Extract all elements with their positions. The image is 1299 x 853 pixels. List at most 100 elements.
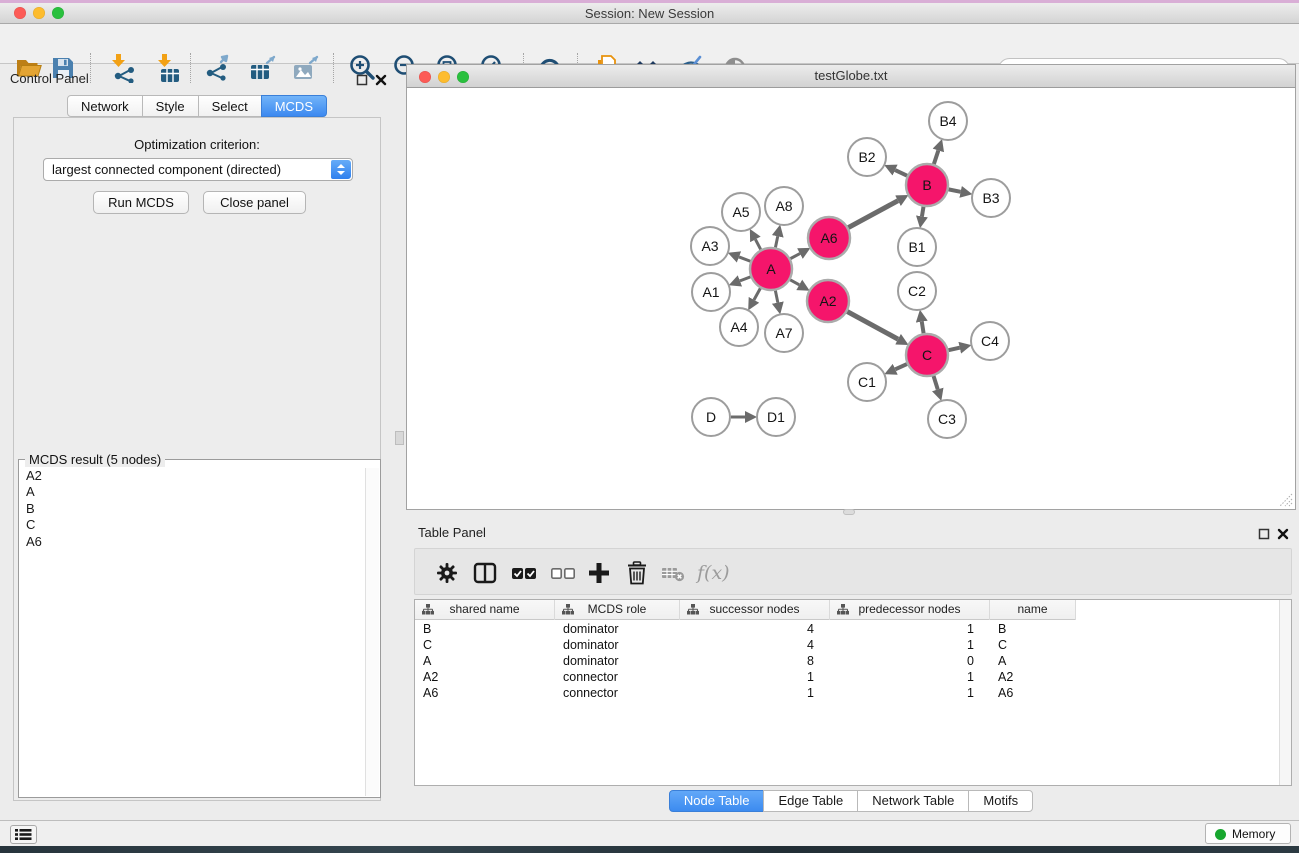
import-table-icon[interactable]	[152, 53, 182, 83]
export-image-icon[interactable]	[291, 53, 321, 83]
tab-select[interactable]: Select	[198, 95, 262, 117]
function-builder-icon[interactable]: f(x)	[697, 559, 741, 587]
import-network-icon[interactable]	[106, 53, 136, 83]
toolbar-separator	[90, 53, 91, 83]
memory-button[interactable]: Memory	[1205, 823, 1291, 844]
table-cell: 4	[680, 637, 830, 653]
column-type-icon	[422, 604, 434, 616]
tab-network[interactable]: Network	[67, 95, 143, 117]
column-header-shared-name[interactable]: shared name	[415, 600, 555, 620]
table-cell: C	[415, 637, 555, 653]
table-cell: A	[415, 653, 555, 669]
graph-edge-C-C3[interactable]	[934, 376, 938, 389]
deselect-all-columns-icon[interactable]	[549, 559, 577, 587]
table-panel-toolbar: f(x)	[414, 548, 1292, 595]
graph-edge-A-A3[interactable]	[739, 257, 750, 261]
panel-splitter-handle[interactable]	[395, 431, 404, 445]
control-panel-tabs: NetworkStyleSelectMCDS	[0, 95, 394, 117]
column-header-name[interactable]: name	[990, 600, 1076, 620]
tab-motifs[interactable]: Motifs	[968, 790, 1033, 812]
graph-node-label: B2	[858, 149, 875, 165]
network-minimize-button[interactable]	[438, 71, 450, 83]
select-all-columns-icon[interactable]	[510, 559, 538, 587]
mcds-result-item[interactable]: A2	[20, 468, 366, 484]
graph-edge-A-A4[interactable]	[754, 288, 760, 300]
table-row[interactable]: Bdominator41B	[415, 621, 1095, 637]
column-header-successor-nodes[interactable]: successor nodes	[680, 600, 830, 620]
minimize-window-button[interactable]	[33, 7, 45, 19]
delete-column-icon[interactable]	[623, 559, 651, 587]
tab-style[interactable]: Style	[142, 95, 199, 117]
graph-edge-B-B1[interactable]	[922, 207, 924, 217]
create-column-icon[interactable]	[585, 559, 613, 587]
network-view-canvas[interactable]: B4B2BB3A8A5A6A3B1AC2A1A2A4A7C4CC1C3DD1	[406, 88, 1296, 510]
close-table-panel-icon[interactable]	[1277, 527, 1289, 539]
toolbar-separator	[190, 53, 191, 83]
task-history-button[interactable]	[10, 825, 37, 844]
graph-edge-B-B4[interactable]	[934, 150, 938, 164]
run-mcds-button[interactable]: Run MCDS	[93, 191, 189, 214]
graph-node-label: A3	[701, 238, 718, 254]
graph-node-label: D	[706, 409, 716, 425]
table-row[interactable]: A2connector11A2	[415, 669, 1095, 685]
dropdown-stepper-icon	[331, 160, 351, 179]
optimization-criterion-dropdown[interactable]: largest connected component (directed)	[43, 158, 353, 181]
column-type-icon	[687, 604, 699, 616]
graph-edge-C-C2[interactable]	[922, 322, 924, 334]
mcds-result-scrollbar[interactable]	[365, 468, 379, 796]
graph-edge-C-C1[interactable]	[895, 364, 907, 369]
export-network-icon[interactable]	[205, 53, 235, 83]
tab-node-table[interactable]: Node Table	[669, 790, 765, 812]
table-mode-gear-icon[interactable]	[433, 559, 461, 587]
network-close-button[interactable]	[419, 71, 431, 83]
tab-mcds[interactable]: MCDS	[261, 95, 327, 117]
graph-edge-A6-B[interactable]	[848, 201, 898, 228]
column-header-predecessor-nodes[interactable]: predecessor nodes	[830, 600, 990, 620]
horizontal-divider-handle[interactable]	[843, 509, 855, 515]
graph-node-label: A6	[820, 230, 837, 246]
export-table-icon[interactable]	[248, 53, 278, 83]
window-resize-grip[interactable]	[1279, 493, 1293, 507]
tab-network-table[interactable]: Network Table	[857, 790, 969, 812]
graph-node-label: B	[922, 177, 931, 193]
graph-node-label: A	[766, 261, 776, 277]
close-panel-button[interactable]: Close panel	[203, 191, 306, 214]
network-zoom-button[interactable]	[457, 71, 469, 83]
table-cell: dominator	[555, 637, 680, 653]
graph-edge-A-A7[interactable]	[775, 291, 777, 303]
close-panel-icon[interactable]	[375, 73, 387, 85]
column-header-MCDS-role[interactable]: MCDS role	[555, 600, 680, 620]
graph-edge-A2-C[interactable]	[847, 312, 898, 340]
table-row[interactable]: Cdominator41C	[415, 637, 1095, 653]
table-cell: B	[990, 621, 1076, 637]
format-columns-icon[interactable]	[471, 559, 499, 587]
table-cell: 1	[830, 621, 990, 637]
graph-edge-A-A6[interactable]	[790, 254, 799, 259]
mcds-result-item[interactable]: B	[20, 501, 366, 517]
graph-edge-B-B2[interactable]	[895, 170, 907, 176]
dropdown-selected-value: largest connected component (directed)	[52, 159, 281, 180]
float-table-panel-icon[interactable]	[1258, 527, 1270, 539]
network-graph: B4B2BB3A8A5A6A3B1AC2A1A2A4A7C4CC1C3DD1	[407, 88, 1295, 508]
tab-edge-table[interactable]: Edge Table	[763, 790, 858, 812]
table-row[interactable]: Adominator80A	[415, 653, 1095, 669]
graph-node-label: C	[922, 347, 932, 363]
zoom-window-button[interactable]	[52, 7, 64, 19]
table-row[interactable]: A6connector11A6	[415, 685, 1095, 701]
graph-node-label: A4	[730, 319, 747, 335]
graph-edge-A-A2[interactable]	[790, 280, 799, 285]
mcds-result-item[interactable]: C	[20, 517, 366, 533]
graph-edge-B-B3[interactable]	[949, 189, 961, 191]
graph-edge-A-A1[interactable]	[740, 277, 751, 281]
float-panel-icon[interactable]	[356, 73, 368, 85]
graph-edge-A-A5[interactable]	[755, 239, 760, 249]
close-window-button[interactable]	[14, 7, 26, 19]
graph-node-label: B4	[939, 113, 956, 129]
mcds-result-item[interactable]: A6	[20, 534, 366, 550]
memory-status-icon	[1215, 829, 1226, 840]
node-table-scrollbar[interactable]	[1279, 600, 1291, 785]
mcds-result-item[interactable]: A	[20, 484, 366, 500]
graph-edge-C-C4[interactable]	[948, 348, 959, 351]
graph-edge-A-A8[interactable]	[775, 236, 777, 247]
delete-table-icon[interactable]	[659, 559, 687, 587]
